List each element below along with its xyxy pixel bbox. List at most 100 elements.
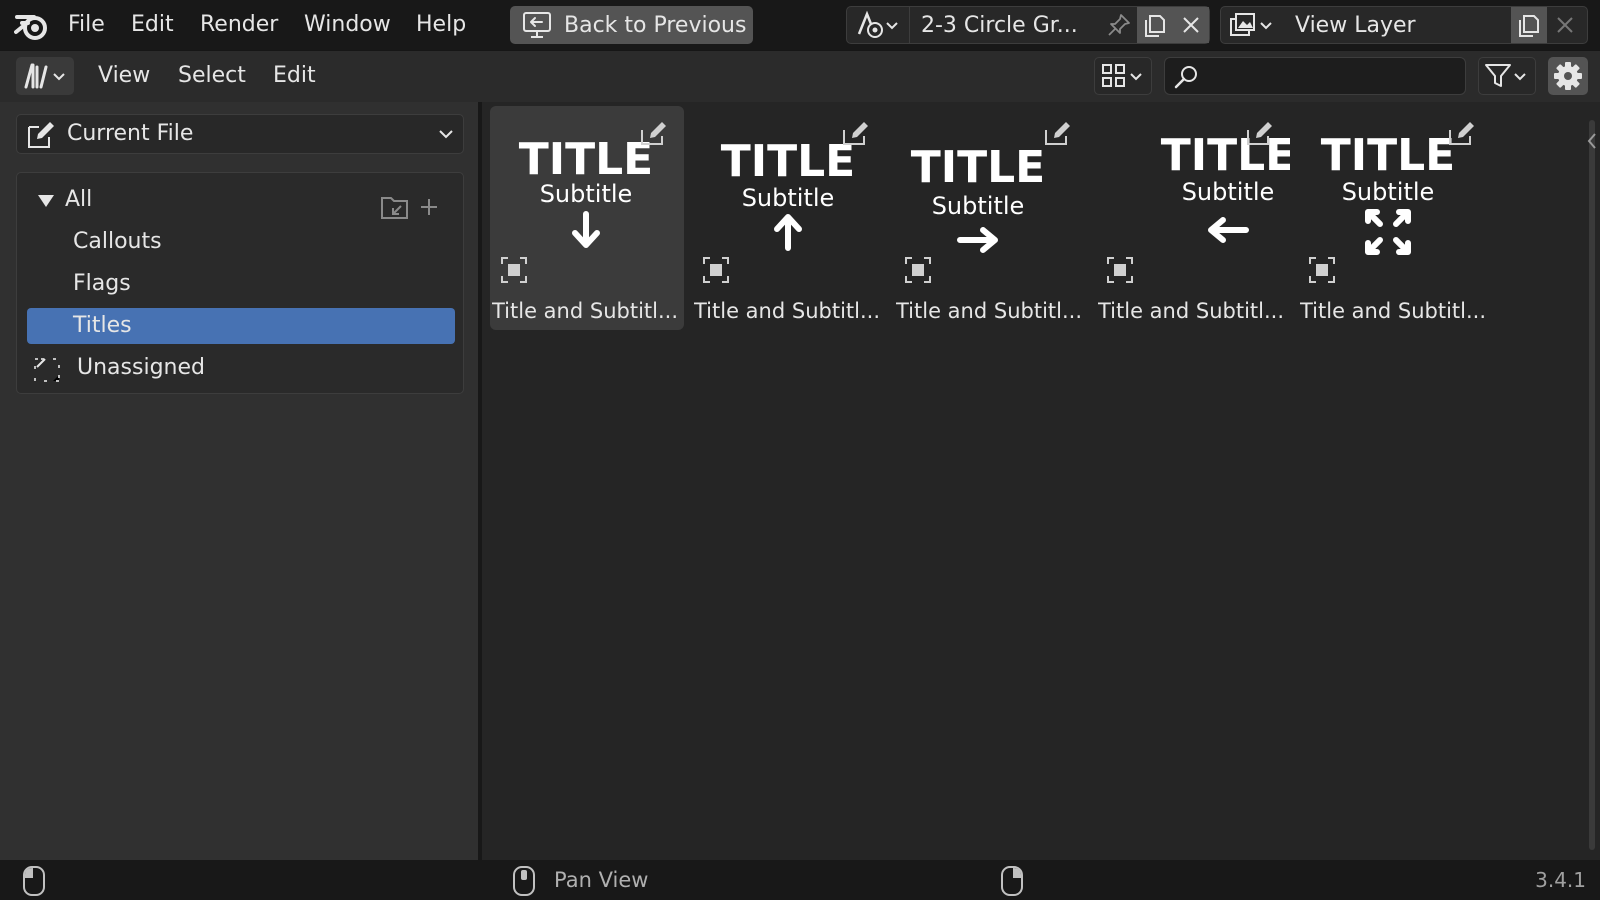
asset-preview-thumbnail: TITLESubtitle	[501, 122, 666, 283]
catalog-tree: All Callouts Flags Titles Unassigned	[16, 172, 464, 394]
mark-as-asset-icon	[905, 257, 931, 283]
mark-as-asset-icon	[501, 257, 527, 283]
view-layer-new-button[interactable]	[1511, 7, 1547, 43]
scene-new-button[interactable]	[1137, 7, 1173, 43]
view-layer-browse-button[interactable]	[1221, 7, 1281, 43]
filter-funnel-icon	[1483, 61, 1531, 91]
catalog-item-label: Callouts	[73, 229, 162, 254]
blender-logo-icon[interactable]	[14, 8, 50, 42]
back-to-previous-label: Back to Previous	[564, 12, 747, 38]
close-icon	[1181, 15, 1201, 35]
catalog-item-titles[interactable]: Titles	[27, 308, 455, 344]
mouse-middle-click-icon	[510, 866, 538, 896]
thumbnail-subtitle-text: Subtitle	[932, 192, 1025, 220]
search-input[interactable]	[1209, 62, 1459, 90]
vertical-scrollbar[interactable]	[1589, 120, 1595, 850]
asset-tile[interactable]: TITLE Subtitle Title and Subtitl...	[490, 106, 684, 330]
thumbnail-title-text: TITLE	[721, 136, 856, 187]
asset-grid: TITLE Subtitle Title and Subtitl... TITLE Su…	[482, 102, 1600, 860]
scene-browse-button[interactable]	[847, 7, 907, 43]
disclosure-triangle-icon[interactable]	[37, 194, 55, 208]
gear-icon	[1553, 61, 1583, 91]
thumbnail-title-text: TITLE	[911, 142, 1046, 193]
arrow-up-icon	[774, 214, 802, 251]
thumbnail-subtitle-text: Subtitle	[1182, 178, 1275, 206]
view-layer-selector: View Layer	[1220, 6, 1588, 44]
editor-type-button[interactable]	[16, 57, 74, 95]
scene-name-field[interactable]: 2-3 Circle Gr...	[921, 9, 1096, 43]
asset-tile[interactable]: TITLE Subtitle Title and Subtitl...	[894, 106, 1088, 330]
mouse-left-click-icon	[20, 866, 48, 896]
back-screen-icon	[522, 11, 552, 39]
arrow-right-icon	[957, 227, 998, 253]
scene-remove-button[interactable]	[1173, 7, 1209, 43]
edit-pencil-icon	[1045, 122, 1070, 145]
status-middle-action: Pan View	[554, 868, 649, 892]
catalog-item-label: Unassigned	[77, 355, 205, 380]
current-file-icon	[25, 119, 57, 151]
asset-tile[interactable]: TITLE Subtitle Title and Subtitl...	[1298, 106, 1492, 330]
chevron-left-icon	[1584, 128, 1600, 154]
status-bar: Pan View 3.4.1	[0, 860, 1600, 900]
menu-file[interactable]: File	[68, 9, 105, 41]
header-menu-edit[interactable]: Edit	[273, 59, 316, 93]
thumbnail-title-text: TITLE	[519, 134, 654, 185]
back-to-previous-button[interactable]: Back to Previous	[510, 6, 753, 44]
header-menu-view[interactable]: View	[98, 59, 150, 93]
header-menu-select[interactable]: Select	[178, 59, 246, 93]
asset-library-label: Current File	[67, 121, 194, 146]
new-catalog-button[interactable]	[379, 192, 439, 222]
asset-preview-thumbnail: TITLESubtitle	[1309, 122, 1474, 283]
asset-browser-icon	[22, 61, 68, 91]
asset-preview-thumbnail: TITLESubtitle	[1107, 122, 1290, 283]
menu-render[interactable]: Render	[200, 9, 278, 41]
pin-icon	[1106, 12, 1132, 38]
arrow-expand-icon	[1365, 209, 1411, 255]
view-layer-remove-button[interactable]	[1547, 7, 1583, 43]
asset-name-label: Title and Subtitl...	[1300, 299, 1486, 323]
asset-tile[interactable]: TITLE Subtitle Title and Subtitl...	[1096, 106, 1290, 330]
thumbnail-title-text: TITLE	[1321, 130, 1456, 181]
display-mode-button[interactable]	[1094, 57, 1152, 95]
top-bar: File Edit Render Window Help Back to Pre…	[0, 0, 1600, 50]
catalog-item-all[interactable]: All	[27, 182, 455, 219]
sidebar-toggle[interactable]	[1584, 128, 1600, 154]
chevron-down-icon	[437, 125, 455, 143]
plus-icon	[419, 197, 439, 217]
search-icon	[1173, 64, 1201, 90]
search-field[interactable]	[1164, 57, 1466, 95]
mouse-right-click-icon	[998, 866, 1026, 896]
thumbnail-subtitle-text: Subtitle	[742, 184, 835, 212]
render-layers-icon	[1227, 10, 1275, 40]
catalog-item-label: Titles	[73, 313, 132, 338]
menu-window[interactable]: Window	[304, 9, 391, 41]
asset-preview-thumbnail: TITLESubtitle	[703, 122, 868, 283]
scene-icon	[853, 10, 901, 40]
thumbnail-subtitle-text: Subtitle	[1342, 178, 1435, 206]
thumbnail-title-text: TITLE	[1161, 130, 1290, 181]
asset-tile[interactable]: TITLE Subtitle Title and Subtitl...	[692, 106, 886, 330]
view-layer-name-field[interactable]: View Layer	[1295, 9, 1416, 43]
asset-library-dropdown[interactable]: Current File	[16, 114, 464, 154]
duplicate-icon	[1142, 12, 1168, 38]
scene-selector: 2-3 Circle Gr...	[846, 6, 1210, 44]
filter-button[interactable]	[1478, 57, 1536, 95]
asset-preview-thumbnail: TITLESubtitle	[905, 122, 1070, 283]
mark-as-asset-icon	[703, 257, 729, 283]
catalog-item-flags[interactable]: Flags	[27, 266, 455, 302]
menu-edit[interactable]: Edit	[131, 9, 174, 41]
thumbnail-subtitle-text: Subtitle	[540, 180, 633, 208]
editor-header: View Select Edit	[0, 50, 1600, 102]
arrow-left-icon	[1208, 217, 1249, 243]
menu-help[interactable]: Help	[416, 9, 466, 41]
catalog-item-unassigned[interactable]: Unassigned	[27, 350, 455, 386]
unassigned-icon	[33, 355, 61, 383]
duplicate-icon	[1516, 12, 1542, 38]
asset-name-label: Title and Subtitl...	[1098, 299, 1284, 323]
close-icon	[1555, 15, 1575, 35]
preferences-button[interactable]	[1548, 57, 1588, 95]
catalog-item-callouts[interactable]: Callouts	[27, 224, 455, 260]
catalog-item-label: All	[65, 187, 93, 212]
arrow-down-icon	[572, 211, 600, 248]
scene-pin-button[interactable]	[1101, 7, 1137, 43]
